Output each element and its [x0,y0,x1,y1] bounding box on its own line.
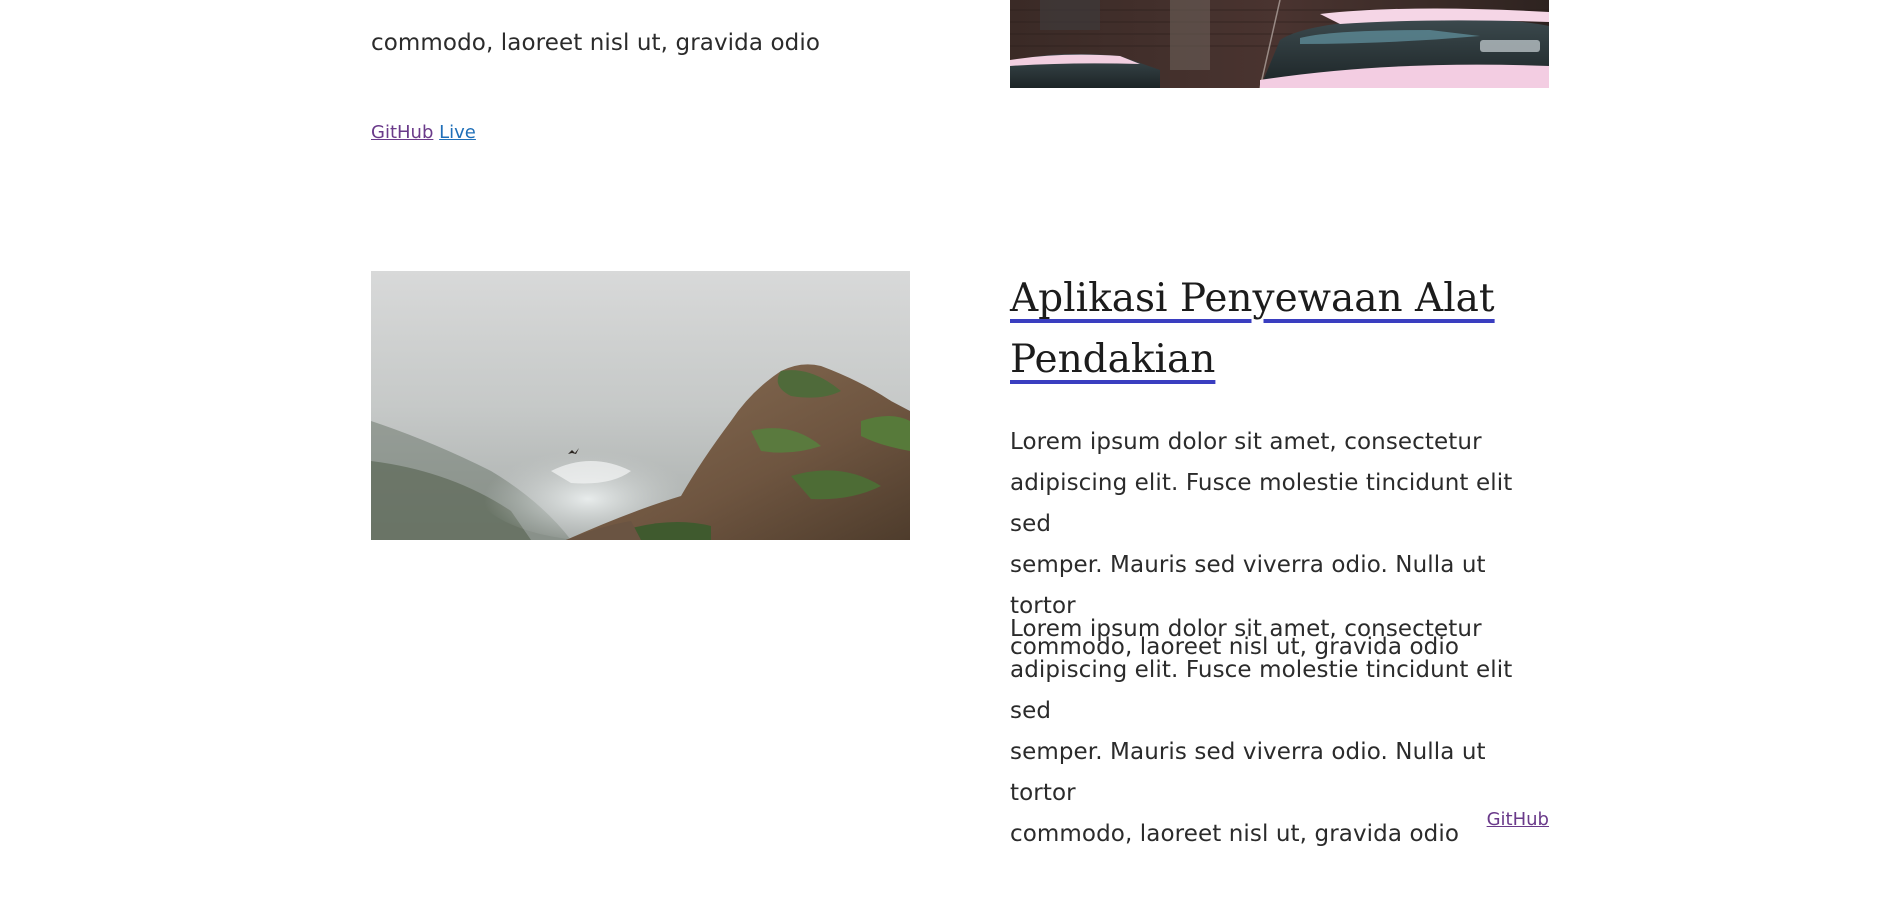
project-title-line2: Pendakian [1010,337,1216,382]
previous-project-description: commodo, laoreet nisl ut, gravida odio [371,0,911,64]
description-line: adipiscing elit. Fusce molestie tincidun… [1010,657,1513,724]
project-title-line1: Aplikasi Penyewaan Alat [1010,276,1495,321]
misty-mountain-photo [371,271,910,540]
description-line: Lorem ipsum dolor sit amet, consectetur [1010,429,1482,455]
live-link[interactable]: Live [439,122,476,143]
project-links: GitHub [1010,809,1549,830]
previous-project-image [1010,0,1549,88]
description-line: adipiscing elit. Fusce molestie tincidun… [1010,470,1513,537]
clipped-line [371,0,911,23]
snowy-car-photo [1010,0,1549,88]
github-link[interactable]: GitHub [1487,809,1549,830]
description-line: semper. Mauris sed viverra odio. Nulla u… [1010,739,1486,806]
github-link[interactable]: GitHub [371,122,433,143]
project-title: Aplikasi Penyewaan Alat Pendakian [1010,268,1530,390]
previous-project-links: GitHub Live [371,122,476,143]
project-image [371,271,910,540]
description-line: Lorem ipsum dolor sit amet, consectetur [1010,616,1482,642]
description-line: commodo, laoreet nisl ut, gravida odio [371,30,820,56]
previous-project-description-tail: commodo, laoreet nisl ut, gravida odio [371,0,911,64]
